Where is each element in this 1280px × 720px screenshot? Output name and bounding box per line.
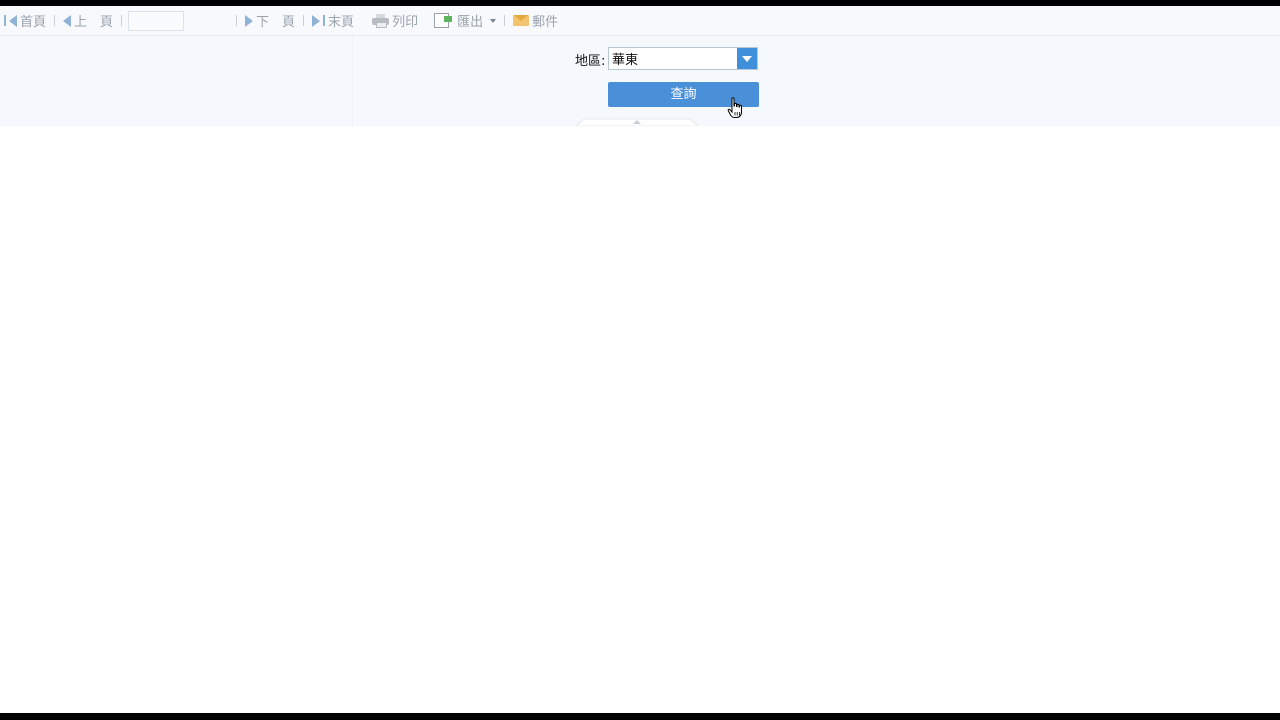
window-bottom-border — [0, 713, 1280, 720]
last-page-icon — [323, 15, 326, 26]
print-button[interactable]: 列印 — [368, 10, 422, 32]
prev-page-button[interactable]: 上 頁 — [59, 10, 117, 32]
mail-icon — [513, 15, 530, 26]
report-toolbar: 首頁 上 頁 下 頁 末頁 列印 匯出 郵件 — [0, 6, 1280, 36]
parameter-panel: 地區: 華東 查詢 — [0, 36, 1280, 126]
next-page-icon — [245, 14, 254, 27]
chevron-down-icon — [742, 55, 752, 62]
printer-icon — [372, 14, 390, 28]
toolbar-separator — [54, 15, 56, 26]
export-label: 匯出 — [457, 15, 484, 30]
first-page-label: 首頁 — [20, 15, 47, 30]
collapse-up-icon — [576, 118, 698, 126]
export-icon — [434, 13, 453, 28]
region-label: 地區: — [575, 54, 606, 69]
print-label: 列印 — [392, 15, 419, 30]
arrow-left-icon — [9, 14, 17, 27]
panel-divider — [352, 36, 353, 126]
hand-pointer-cursor-icon — [727, 97, 742, 118]
next-page-button[interactable]: 下 頁 — [241, 10, 299, 32]
region-select[interactable]: 華東 — [608, 47, 758, 70]
arrow-right-icon — [312, 14, 321, 27]
toolbar-separator — [121, 15, 123, 26]
toolbar-separator — [303, 15, 305, 26]
last-page-label: 末頁 — [328, 15, 355, 30]
mail-label: 郵件 — [532, 15, 559, 30]
chevron-down-icon — [490, 18, 497, 23]
prev-page-icon — [63, 14, 72, 27]
first-page-icon — [4, 15, 6, 26]
page-number-input[interactable] — [128, 10, 185, 31]
region-select-value: 華東 — [612, 53, 639, 68]
prev-page-label: 上 頁 — [74, 15, 114, 30]
export-button[interactable]: 匯出 — [430, 10, 500, 32]
first-page-button[interactable]: 首頁 — [0, 10, 50, 32]
toolbar-separator — [236, 15, 238, 26]
region-dropdown-button[interactable] — [737, 48, 757, 69]
mail-button[interactable]: 郵件 — [509, 10, 562, 32]
toolbar-separator — [504, 15, 506, 26]
next-page-label: 下 頁 — [256, 15, 296, 30]
last-page-button[interactable]: 末頁 — [308, 10, 358, 32]
collapse-panel-handle[interactable] — [576, 117, 698, 126]
